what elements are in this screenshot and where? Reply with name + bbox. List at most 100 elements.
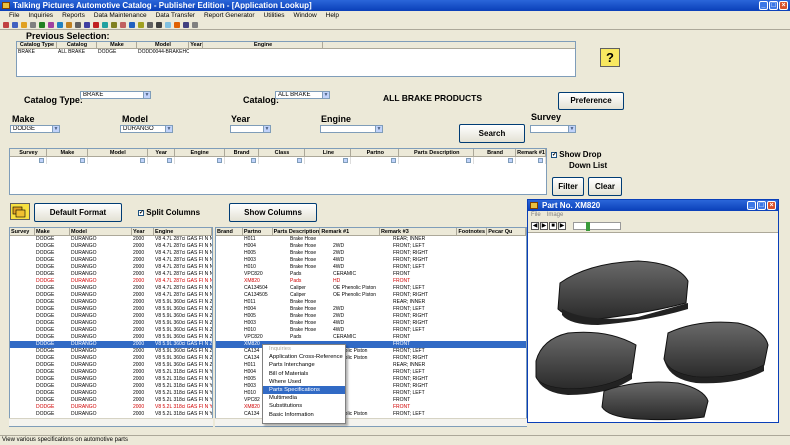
table-row[interactable]: DODGE DURANGO 2000 V8 5.9L 360ci GAS FI N Z xyxy=(10,355,212,362)
table-row[interactable]: CA134504 Caliper OE Phenolic Piston FRONT; … xyxy=(216,285,526,292)
filter-dropdown[interactable] xyxy=(474,157,517,164)
toolbar-icon-13[interactable] xyxy=(120,21,126,28)
chevron-down-icon[interactable] xyxy=(343,158,349,163)
table-row[interactable]: DODGE DURANGO 2000 V8 5.9L 360ci GAS FI N Z xyxy=(10,334,212,341)
survey-select[interactable]: ▼ xyxy=(530,125,576,133)
table-row[interactable]: DODGE DURANGO 2000 V8 5.2L 318ci GAS FI N Y xyxy=(10,376,212,383)
table-row[interactable]: DODGE DURANGO 2000 V8 4.7L 287ci GAS FI N N xyxy=(10,243,212,250)
context-menu-item[interactable]: Application Cross-Reference xyxy=(263,353,345,361)
toolbar-icon-3[interactable] xyxy=(30,21,36,28)
context-menu-item[interactable]: Substitutions xyxy=(263,402,345,410)
context-menu-item[interactable]: Multimedia xyxy=(263,394,345,402)
table-row[interactable]: XM820 Pads HD FRONT xyxy=(216,278,526,285)
maximize-button[interactable]: □ xyxy=(769,1,778,10)
table-row[interactable]: DODGE DURANGO 2000 V8 5.9L 360ci GAS FI N Z xyxy=(10,320,212,327)
table-row[interactable]: DODGE DURANGO 2000 V8 4.7L 287ci GAS FI N N xyxy=(10,250,212,257)
make-select[interactable]: DODGE ▼ xyxy=(10,125,60,133)
table-row[interactable]: CA134505 Caliper OE Phenolic Piston FRONT; … xyxy=(216,292,526,299)
table-row[interactable]: H010 Brake Hose 4WD FRONT; LEFT xyxy=(216,327,526,334)
table-row[interactable]: DODGE DURANGO 2000 V8 5.9L 360ci GAS FI N Z xyxy=(10,299,212,306)
left-col-header[interactable]: Engine xyxy=(154,228,212,235)
table-row[interactable]: DODGE DURANGO 2000 V8 4.7L 287ci GAS FI N N xyxy=(10,236,212,243)
table-row[interactable]: DODGE DURANGO 2000 V8 5.9L 360ci GAS FI N Z xyxy=(10,327,212,334)
table-row[interactable]: DODGE DURANGO 2000 V8 5.2L 318ci GAS FI N Y xyxy=(10,383,212,390)
table-row[interactable]: DODGE DURANGO 2000 V8 4.7L 287ci GAS FI N N xyxy=(10,264,212,271)
model-select[interactable]: DURANGO ▼ xyxy=(120,125,173,133)
table-row[interactable]: H010 Brake Hose 4WD FRONT; LEFT xyxy=(216,264,526,271)
toolbar-icon-9[interactable] xyxy=(84,21,90,28)
toolbar-icon-6[interactable] xyxy=(57,21,63,28)
filter-dropdown[interactable] xyxy=(10,157,47,164)
toolbar-icon-0[interactable] xyxy=(3,21,9,28)
menu-item-7[interactable]: Window xyxy=(294,11,317,20)
search-button[interactable]: Search xyxy=(459,124,525,143)
menu-item-3[interactable]: Data Maintenance xyxy=(94,11,147,20)
filter-grid[interactable]: Survey Make Model Year Engine Brand Class Line P… xyxy=(9,148,547,195)
show-columns-button[interactable]: Show Columns xyxy=(229,203,317,222)
minimize-button[interactable]: _ xyxy=(759,1,768,10)
menu-item-1[interactable]: Inquiries xyxy=(28,11,53,20)
menu-item-8[interactable]: Help xyxy=(326,11,339,20)
close-button[interactable]: × xyxy=(779,1,788,10)
part-window-maximize-button[interactable]: □ xyxy=(757,201,766,210)
default-format-button[interactable]: Default Format xyxy=(34,203,122,222)
table-row[interactable]: H003 Brake Hose 4WD FRONT; RIGHT xyxy=(216,320,526,327)
toolbar-icon-20[interactable] xyxy=(183,21,189,28)
table-row[interactable]: DODGE DURANGO 2000 V8 5.2L 318ci GAS FI N Y xyxy=(10,404,212,411)
toolbar-icon-19[interactable] xyxy=(174,21,180,28)
table-row[interactable]: DODGE DURANGO 2000 V8 4.7L 287ci GAS FI N N xyxy=(10,278,212,285)
menu-item-0[interactable]: File xyxy=(9,11,19,20)
chevron-down-icon[interactable] xyxy=(297,158,303,163)
table-row[interactable]: DODGE DURANGO 2000 V8 4.7L 287ci GAS FI N N xyxy=(10,271,212,278)
context-menu-item[interactable]: Bill of Materials xyxy=(263,370,345,378)
part-window-minimize-button[interactable]: _ xyxy=(747,201,756,210)
filter-dropdown[interactable] xyxy=(175,157,225,164)
table-row[interactable]: VPC820 Pads CERAMIC FRONT xyxy=(216,271,526,278)
menu-item-4[interactable]: Data Transfer xyxy=(156,11,195,20)
chevron-down-icon[interactable] xyxy=(466,158,472,163)
right-col-header[interactable]: Remark #1 xyxy=(320,228,380,235)
toolbar-icon-15[interactable] xyxy=(138,21,144,28)
filter-dropdown[interactable] xyxy=(259,157,306,164)
table-row[interactable]: DODGE DURANGO 2000 V8 5.9L 360ci GAS FI N Z xyxy=(10,306,212,313)
chevron-down-icon[interactable] xyxy=(391,158,397,163)
media-slider[interactable] xyxy=(573,221,621,231)
table-row[interactable]: DODGE DURANGO 2000 V8 5.2L 318ci GAS FI N Y xyxy=(10,411,212,418)
chevron-down-icon[interactable] xyxy=(216,158,222,163)
left-col-header[interactable]: Make xyxy=(35,228,70,235)
table-row[interactable]: DODGE DURANGO 2000 V8 5.9L 360ci GAS FI N Z xyxy=(10,313,212,320)
stop-icon[interactable]: ■ xyxy=(549,221,557,230)
table-row[interactable]: H005 Brake Hose 2WD FRONT; RIGHT xyxy=(216,250,526,257)
engine-select[interactable]: ▼ xyxy=(320,125,383,133)
menu-item-2[interactable]: Reports xyxy=(62,11,85,20)
chevron-down-icon[interactable] xyxy=(139,158,145,163)
table-row[interactable]: DODGE DURANGO 2000 V8 4.7L 287ci GAS FI N N xyxy=(10,292,212,299)
chevron-down-icon[interactable] xyxy=(38,158,44,163)
results-grid-left[interactable]: Survey Make Model Year Engine DODGE DURANGO 20… xyxy=(9,227,213,427)
table-row[interactable]: DODGE DURANGO 2000 V8 5.2L 318ci GAS FI N Y xyxy=(10,369,212,376)
table-row[interactable]: H004 Brake Hose 2WD FRONT; LEFT xyxy=(216,306,526,313)
chevron-down-icon[interactable] xyxy=(79,158,85,163)
table-row[interactable]: H005 Brake Hose 2WD FRONT; RIGHT xyxy=(216,313,526,320)
menu-item-6[interactable]: Utilities xyxy=(264,11,285,20)
left-col-header[interactable]: Survey xyxy=(10,228,35,235)
split-columns-checkbox[interactable]: ✓ Split Columns xyxy=(138,208,200,217)
context-menu-item[interactable]: Basic Information xyxy=(263,411,345,419)
play-icon[interactable]: ▶ xyxy=(540,221,548,230)
chevron-down-icon[interactable] xyxy=(508,158,514,163)
table-row[interactable]: DODGE DURANGO 2000 V8 5.9L 360ci GAS FI N Z xyxy=(10,348,212,355)
right-col-header[interactable]: Partno xyxy=(243,228,273,235)
right-col-header[interactable]: Footnotes xyxy=(457,228,488,235)
show-drop-down-check[interactable]: ✓ xyxy=(551,151,557,158)
year-select[interactable]: ▼ xyxy=(230,125,271,133)
right-col-header[interactable]: Parts Description xyxy=(273,228,321,235)
context-menu-item[interactable]: Where Used xyxy=(263,378,345,386)
toolbar-icon-18[interactable] xyxy=(165,21,171,28)
table-row[interactable]: DODGE DURANGO 2000 V8 5.2L 318ci GAS FI N Y xyxy=(10,397,212,404)
filter-dropdown[interactable] xyxy=(47,157,88,164)
right-col-header[interactable]: Brand xyxy=(216,228,243,235)
part-window-menu-item[interactable]: Image xyxy=(547,211,564,219)
context-menu-item[interactable]: Parts Specifications xyxy=(263,385,345,395)
preference-button[interactable]: Preference xyxy=(558,92,624,110)
right-col-header[interactable]: Remark #3 xyxy=(380,228,458,235)
